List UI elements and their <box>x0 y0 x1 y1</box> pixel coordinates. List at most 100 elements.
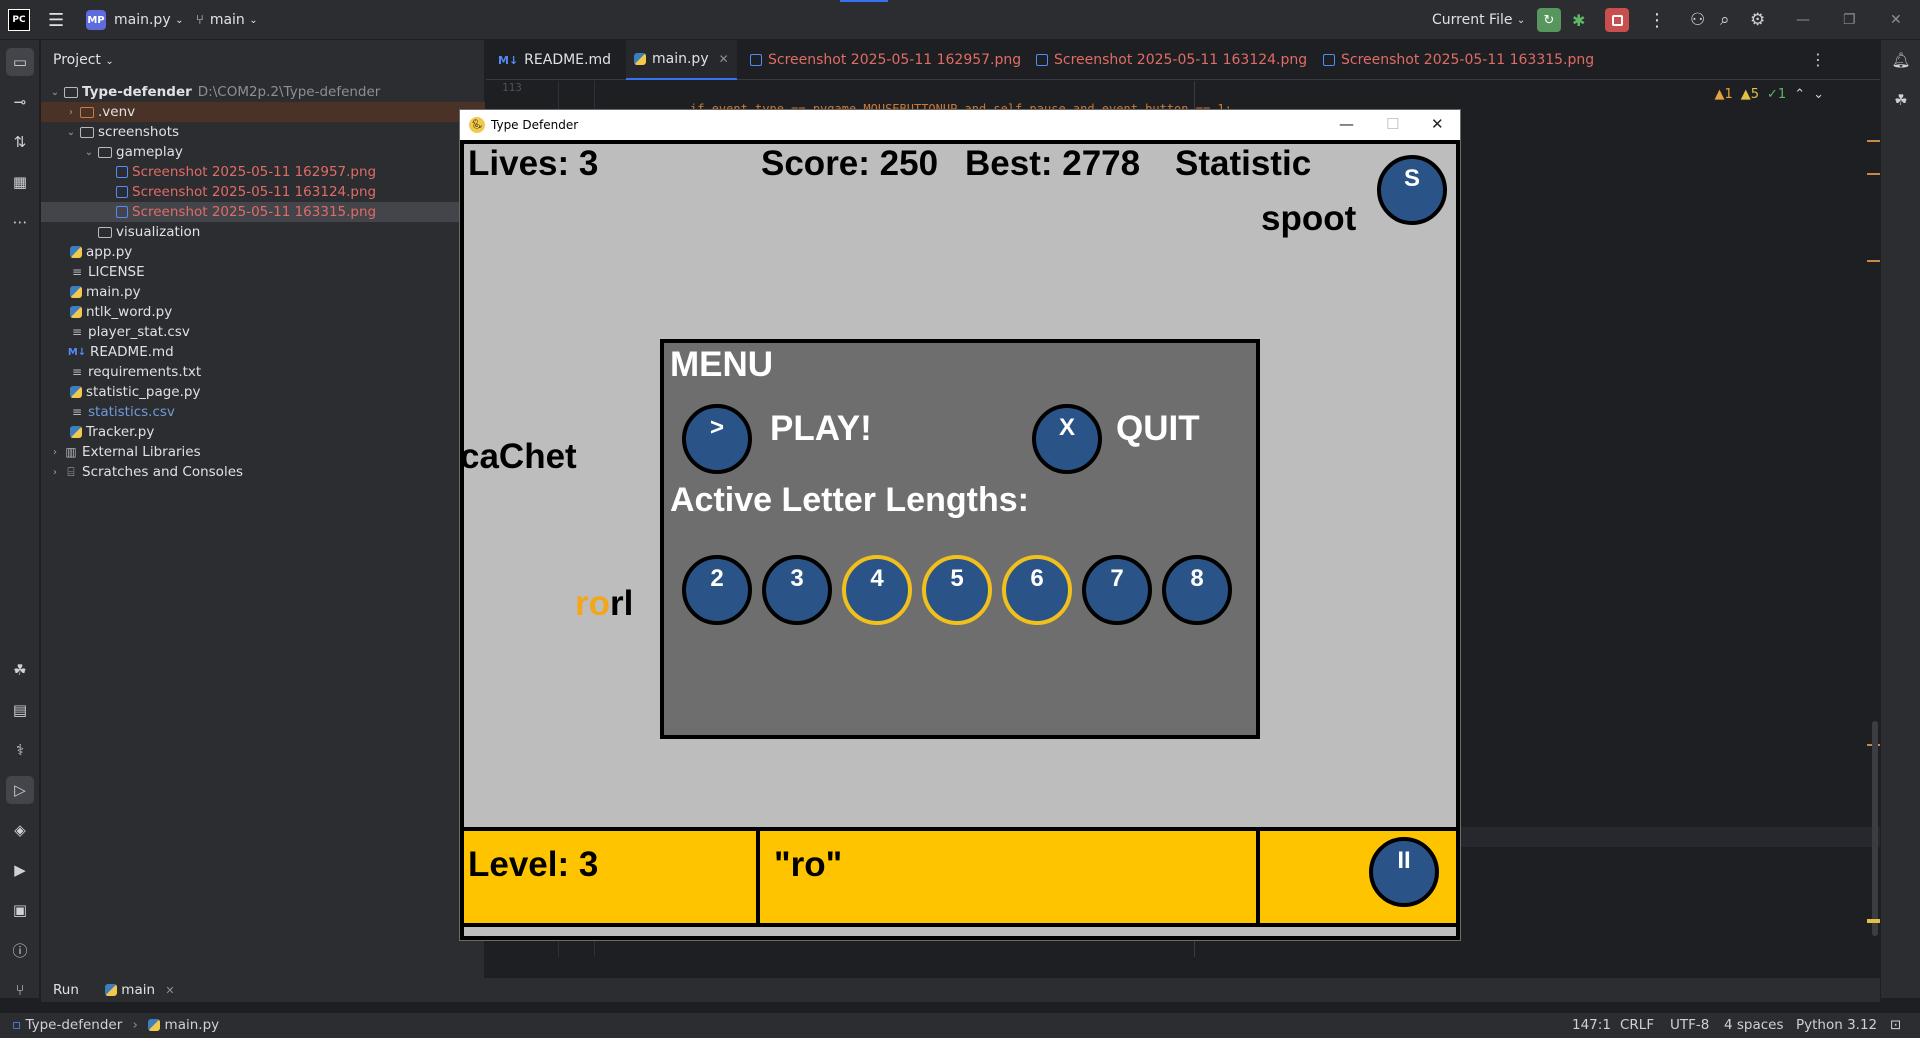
tree-item-player-stat[interactable]: ≡ player_stat.csv <box>41 322 485 342</box>
services-icon[interactable]: ▶ <box>6 856 34 884</box>
stop-button[interactable] <box>1605 8 1629 32</box>
project-folder-icon[interactable]: ▭ <box>6 48 34 76</box>
cursor-position[interactable]: 147:1 <box>1572 1017 1611 1033</box>
tree-item-scratches[interactable]: › ⌸ Scratches and Consoles <box>41 462 485 482</box>
quit-button[interactable]: X <box>1032 404 1102 474</box>
run-config-selector[interactable]: Current File ⌄ <box>1432 0 1525 40</box>
tree-item-external-libraries[interactable]: › ▥ External Libraries <box>41 442 485 462</box>
more-actions-button[interactable]: ⋮ <box>1648 0 1666 40</box>
debug-button[interactable]: ✱ <box>1572 0 1585 40</box>
pull-request-icon[interactable]: ⇅ <box>6 128 34 156</box>
tree-item-requirements[interactable]: ≡ requirements.txt <box>41 362 485 382</box>
close-tab-icon[interactable]: ✕ <box>719 52 729 66</box>
line-separator[interactable]: CRLF <box>1620 1017 1654 1033</box>
notifications-icon[interactable]: 🔔︎ <box>1887 46 1915 74</box>
tree-item-venv[interactable]: › .venv <box>41 102 485 122</box>
python-console-icon[interactable]: ⚕ <box>6 736 34 764</box>
tree-item-readme[interactable]: M↓ README.md <box>41 342 485 362</box>
python-interpreter[interactable]: Python 3.12 <box>1796 1017 1877 1033</box>
tree-item-screenshot-1[interactable]: Screenshot 2025-05-11 162957.png <box>41 162 485 182</box>
run-tool-icon[interactable]: ▷ <box>6 776 34 804</box>
run-config-tab[interactable]: main ✕ <box>105 982 175 998</box>
stop-icon <box>1611 14 1623 26</box>
tab-main-py[interactable]: main.py ✕ <box>626 40 737 80</box>
quit-label[interactable]: QUIT <box>1116 409 1200 449</box>
tree-item-screenshot-3[interactable]: Screenshot 2025-05-11 163315.png <box>41 202 485 222</box>
tabs-more-icon[interactable]: ⋮ <box>1810 50 1826 69</box>
gear-icon[interactable]: ⚙ <box>1750 0 1765 40</box>
git-icon[interactable]: ⑂ <box>6 976 34 1004</box>
plugin-icon[interactable]: ☘ <box>6 656 34 684</box>
statistic-button[interactable]: S <box>1377 155 1447 225</box>
tree-item-statistic-page[interactable]: statistic_page.py <box>41 382 485 402</box>
game-minimize-button[interactable]: — <box>1339 115 1354 133</box>
inspection-widget[interactable]: ▲1 ▲5 ✓1 ⌃ ⌄ <box>1714 87 1824 102</box>
project-name: main.py <box>114 12 171 28</box>
tree-item-screenshots[interactable]: ⌄ screenshots <box>41 122 485 142</box>
length-toggle-6[interactable]: 6 <box>1002 555 1072 625</box>
tree-item-ntlk-word[interactable]: ntlk_word.py <box>41 302 485 322</box>
tree-item-visualization[interactable]: visualization <box>41 222 485 242</box>
editor-scrollbar[interactable] <box>1872 721 1878 936</box>
project-switcher[interactable]: main.py ⌄ <box>114 0 183 40</box>
structure-icon[interactable]: ▦ <box>6 168 34 196</box>
ide-logo: PC <box>8 9 30 31</box>
breadcrumb[interactable]: ▫ Type-defender › main.py <box>12 1017 219 1033</box>
more-tools-icon[interactable]: ⋯ <box>6 208 34 236</box>
close-tab-icon[interactable]: ✕ <box>165 984 174 997</box>
tree-item-tracker[interactable]: Tracker.py <box>41 422 485 442</box>
library-icon: ▥ <box>65 445 77 459</box>
folder-icon <box>80 126 94 138</box>
terminal-icon[interactable]: ▣ <box>6 896 34 924</box>
chevron-down-icon[interactable]: ⌄ <box>1813 87 1824 102</box>
project-panel-header[interactable]: Project ⌄ <box>53 52 114 68</box>
excel-icon[interactable]: ▤ <box>6 696 34 724</box>
project-badge[interactable]: MP <box>86 10 106 30</box>
ai-assistant-icon[interactable]: ☘ <box>1887 86 1915 114</box>
game-window-titlebar[interactable]: 🐍︎ Type Defender — ☐ ✕ <box>460 110 1460 140</box>
add-user-icon[interactable]: ⚇ <box>1690 0 1705 40</box>
close-button[interactable]: ✕ <box>1890 0 1902 40</box>
lock-icon[interactable]: ⊡ <box>1890 1017 1901 1033</box>
tree-item-statistics[interactable]: ≡ statistics.csv <box>41 402 485 422</box>
play-button[interactable]: > <box>682 404 752 474</box>
main-menu-icon[interactable]: ☰ <box>48 0 64 40</box>
best-label: Best: 2778 <box>965 144 1141 183</box>
length-toggle-8[interactable]: 8 <box>1162 555 1232 625</box>
length-toggle-7[interactable]: 7 <box>1082 555 1152 625</box>
problems-icon[interactable]: ⓘ <box>6 936 34 964</box>
commit-icon[interactable]: ⊸ <box>6 88 34 116</box>
layers-icon[interactable]: ◈ <box>6 816 34 844</box>
pause-button[interactable]: II <box>1369 837 1439 907</box>
branch-switcher[interactable]: ⑂ main ⌄ <box>196 0 258 40</box>
length-toggle-2[interactable]: 2 <box>682 555 752 625</box>
tree-item-main[interactable]: main.py <box>41 282 485 302</box>
tab-screenshot-1[interactable]: Screenshot 2025-05-11 162957.png <box>742 40 1029 80</box>
tree-item-license[interactable]: ≡ LICENSE <box>41 262 485 282</box>
tree-item-gameplay[interactable]: ⌄ gameplay <box>41 142 485 162</box>
restore-button[interactable]: ❐ <box>1843 0 1856 40</box>
play-label[interactable]: PLAY! <box>770 409 872 449</box>
length-toggle-4[interactable]: 4 <box>842 555 912 625</box>
tab-label: main.py <box>652 51 709 67</box>
tree-item-label: Screenshot 2025-05-11 163315.png <box>132 204 377 220</box>
tab-screenshot-2[interactable]: Screenshot 2025-05-11 163124.png <box>1028 40 1315 80</box>
chevron-up-icon[interactable]: ⌃ <box>1794 87 1805 102</box>
tab-readme[interactable]: M↓ README.md <box>490 40 619 80</box>
folder-icon <box>80 106 94 118</box>
tree-item-app[interactable]: app.py <box>41 242 485 262</box>
length-toggle-5[interactable]: 5 <box>922 555 992 625</box>
breadcrumb-project: Type-defender <box>25 1017 123 1033</box>
tree-root[interactable]: ⌄ Type-defender D:\COM2p.2\Type-defender <box>41 82 485 102</box>
tree-item-screenshot-2[interactable]: Screenshot 2025-05-11 163124.png <box>41 182 485 202</box>
rerun-button[interactable]: ↻ <box>1537 8 1561 32</box>
game-canvas[interactable]: Lives: 3 Score: 250 Best: 2778 Statistic… <box>460 140 1460 940</box>
minimize-button[interactable]: — <box>1796 0 1810 40</box>
run-tab[interactable]: Run <box>53 982 79 998</box>
tab-screenshot-3[interactable]: Screenshot 2025-05-11 163315.png <box>1315 40 1602 80</box>
length-toggle-3[interactable]: 3 <box>762 555 832 625</box>
indent-setting[interactable]: 4 spaces <box>1724 1017 1784 1033</box>
game-close-button[interactable]: ✕ <box>1431 115 1444 133</box>
file-encoding[interactable]: UTF-8 <box>1670 1017 1709 1033</box>
search-icon[interactable]: ⌕ <box>1720 0 1730 40</box>
